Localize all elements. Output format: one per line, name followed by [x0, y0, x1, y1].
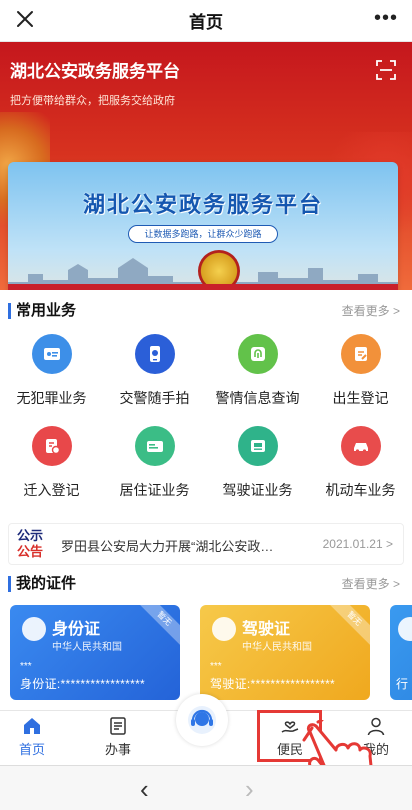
certs-more-link[interactable]: 查看更多 >	[342, 575, 400, 593]
announcement-text[interactable]: 罗田县公安局大力开展“湖北公安政…	[61, 536, 273, 555]
driving-license-certificate[interactable]: 驾驶证 中华人民共和国 *** 驾驶证:***************** 暂无	[200, 605, 370, 700]
close-icon[interactable]	[12, 8, 38, 34]
service-label: 无犯罪业务	[16, 390, 87, 406]
headset-service-icon	[188, 706, 216, 734]
vehicle-icon	[398, 617, 412, 641]
section-title: 常用业务	[16, 302, 77, 319]
service-driving-license[interactable]: 驾驶证业务	[206, 418, 309, 510]
id-card-icon	[22, 617, 46, 641]
tab-home[interactable]: 首页	[2, 715, 62, 758]
license-icon	[237, 426, 278, 466]
residence-card-icon	[134, 426, 175, 466]
service-alert-query[interactable]: 警情信息查询	[206, 326, 309, 418]
banner-title: 湖北公安政务服务平台	[82, 192, 323, 217]
service-label: 迁入登记	[23, 482, 80, 498]
service-birth-registration[interactable]: 出生登记	[309, 326, 412, 418]
status-ribbon: 暂无	[137, 605, 180, 646]
my-certificates-header: 我的证件 查看更多 >	[0, 573, 412, 595]
service-label: 居住证业务	[119, 482, 190, 498]
fingerprint-icon	[237, 334, 278, 374]
browser-nav-bar: ‹ ›	[0, 765, 412, 810]
phone-camera-icon	[134, 334, 175, 374]
more-options-icon[interactable]: •••	[374, 8, 398, 28]
announcement-tag-top: 公示	[17, 528, 44, 543]
customer-service-button[interactable]	[176, 694, 228, 746]
hero-subtitle: 把方便带给群众，把服务交给政府	[10, 95, 175, 107]
service-label: 警情信息查询	[215, 390, 300, 406]
tab-affairs[interactable]: 办事	[88, 715, 148, 758]
steering-wheel-icon	[212, 617, 236, 641]
service-residence-permit[interactable]: 居住证业务	[103, 418, 206, 510]
promo-banner[interactable]: 湖北公安政务服务平台 让数据多跑路，让群众少跑路	[8, 162, 398, 290]
announcement-tag-bottom: 公告	[17, 544, 44, 559]
common-more-link[interactable]: 查看更多 >	[342, 302, 400, 320]
certificate-title: 身份证	[52, 621, 101, 638]
document-edit-icon	[340, 334, 381, 374]
top-nav-bar: 首页 •••	[0, 0, 412, 42]
certificate-number: 行	[396, 677, 409, 691]
vehicle-license-certificate[interactable]: 行	[390, 605, 412, 700]
id-card-icon	[31, 334, 72, 374]
service-traffic-snap[interactable]: 交警随手拍	[103, 326, 206, 418]
service-motor-vehicle[interactable]: 机动车业务	[309, 418, 412, 510]
common-services-grid: 无犯罪业务 交警随手拍 警情信息查询 出生登记 迁入登记 居住证业务 驾驶证业务…	[0, 326, 412, 510]
page-title: 首页	[189, 13, 223, 32]
banner-slogan: 让数据多跑路，让群众少跑路	[128, 225, 278, 243]
certificate-name-mask: ***	[20, 661, 32, 672]
certificate-number: 身份证:*****************	[20, 677, 146, 691]
section-title: 我的证件	[16, 575, 77, 592]
book-icon	[110, 717, 126, 735]
certificate-subtitle: 中华人民共和国	[52, 642, 122, 653]
service-no-criminal[interactable]: 无犯罪业务	[0, 326, 103, 418]
service-label: 驾驶证业务	[222, 482, 293, 498]
section-accent-bar	[8, 576, 11, 592]
certificate-name-mask: ***	[210, 661, 222, 672]
id-card-certificate[interactable]: 身份证 中华人民共和国 *** 身份证:***************** 暂无	[10, 605, 180, 700]
scan-icon[interactable]	[376, 60, 396, 80]
tab-label: 办事	[104, 742, 131, 757]
service-move-in[interactable]: 迁入登记	[0, 418, 103, 510]
back-button[interactable]: ‹	[140, 774, 149, 805]
announcement-tag: 公示 公告	[17, 528, 47, 560]
certificate-title: 驾驶证	[242, 621, 291, 638]
certificate-number: 驾驶证:*****************	[210, 677, 336, 691]
car-icon	[340, 426, 381, 466]
service-label: 交警随手拍	[119, 390, 190, 406]
certificate-subtitle: 中华人民共和国	[242, 642, 312, 653]
announcement-bar[interactable]: 公示 公告 罗田县公安局大力开展“湖北公安政… 2021.01.21 >	[8, 523, 404, 565]
service-label: 机动车业务	[325, 482, 396, 498]
section-accent-bar	[8, 303, 11, 319]
app-page: 首页 ••• 湖北公安政务服务平台 把方便带给群众，把服务交给政府 湖北公安政务…	[0, 0, 412, 810]
hero-title: 湖北公安政务服务平台	[10, 62, 180, 81]
forward-button[interactable]: ›	[245, 774, 254, 805]
announcement-date: 2021.01.21 >	[322, 537, 393, 551]
common-services-header: 常用业务 查看更多 >	[0, 300, 412, 322]
service-label: 出生登记	[332, 390, 389, 406]
tab-label: 首页	[18, 742, 45, 757]
certificates-carousel[interactable]: 身份证 中华人民共和国 *** 身份证:***************** 暂无…	[0, 605, 412, 700]
hero-section: 湖北公安政务服务平台 把方便带给群众，把服务交给政府 湖北公安政务服务平台 让数…	[0, 42, 412, 290]
home-icon	[24, 718, 40, 734]
main-content: 常用业务 查看更多 > 无犯罪业务 交警随手拍 警情信息查询 出生登记 迁入登记…	[0, 290, 412, 710]
status-ribbon: 暂无	[327, 605, 370, 646]
relocate-icon	[31, 426, 72, 466]
